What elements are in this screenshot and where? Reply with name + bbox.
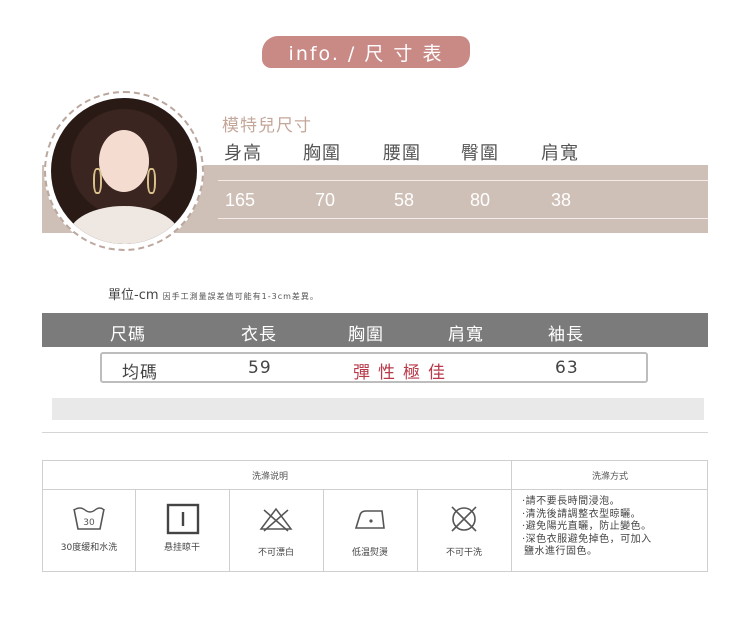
model-value-chest: 70 [315,190,336,210]
model-face [99,130,149,192]
model-header-hip: 臀圍 [461,143,499,164]
no-dry-clean-icon [446,503,482,535]
care-header-instructions: 洗滌说明 [252,472,289,482]
care-note: 鹽水進行固色。 [524,546,598,557]
model-photo [51,98,197,244]
unit-note: 單位-cm 因手工測量誤差值可能有1-3cm差異。 [108,284,319,303]
model-shoulders [69,206,179,244]
divider [511,460,512,572]
divider [218,218,708,219]
unit-label: 單位-cm [108,288,159,303]
divider [42,489,708,490]
size-value-length: 59 [248,358,272,378]
care-label-no-dry-clean: 不可干洗 [445,548,482,558]
care-label-wash: 30度缓和水洗 [60,543,118,553]
low-iron-icon [352,503,388,535]
model-value-shoulder: 38 [551,190,572,210]
size-header-chest: 胸圍 [348,325,384,345]
grey-spacer-bar [52,398,704,420]
model-header-chest: 胸圍 [303,143,341,164]
model-value-waist: 58 [394,190,415,210]
divider [417,489,418,572]
care-note: ·深色衣服避免掉色，可加入 [522,533,652,545]
wash-temp: 30 [83,518,95,528]
earring [93,168,102,194]
unit-detail: 因手工測量誤差值可能有1-3cm差異。 [162,292,319,301]
divider [42,432,708,433]
hang-dry-icon [165,503,201,535]
care-note: ·避免陽光直曬，防止變色。 [522,521,652,532]
care-label-hang-dry: 悬挂晾干 [163,543,200,553]
divider [323,489,324,572]
care-note: ·清洗後請調整衣型晾曬。 [522,508,642,520]
earring [147,168,156,194]
divider [218,180,708,181]
care-note: ·請不要長時間浸泡。 [522,496,621,507]
size-header-shoulder: 肩寬 [448,325,484,345]
model-header-shoulder: 肩寬 [541,143,579,164]
size-value-sleeve: 63 [555,358,579,378]
model-value-height: 165 [225,190,256,210]
no-bleach-icon [258,503,294,535]
divider [229,489,230,572]
page-title: info. / 尺 寸 表 [288,42,444,65]
size-value-size: 均碼 [122,363,158,383]
model-value-hip: 80 [470,190,491,210]
title-banner: info. / 尺 寸 表 [262,36,470,68]
size-value-chest-note: 彈性極佳 [353,363,453,383]
model-header-height: 身高 [224,143,262,164]
wash-30-icon: 30 [71,503,107,535]
care-label-low-iron: 低温熨燙 [351,548,388,558]
care-header-method: 洗滌方式 [592,472,629,482]
care-label-no-bleach: 不可漂白 [257,548,294,558]
size-header-length: 衣長 [241,325,277,345]
size-header-sleeve: 袖長 [548,325,584,345]
divider [135,489,136,572]
model-header-waist: 腰圍 [383,143,421,164]
model-title: 模特兒尺寸 [222,116,312,136]
care-notes: ·請不要長時間浸泡。 ·清洗後請調整衣型晾曬。 ·避免陽光直曬，防止變色。 ·深… [522,496,652,559]
size-header-size: 尺碼 [110,325,146,345]
